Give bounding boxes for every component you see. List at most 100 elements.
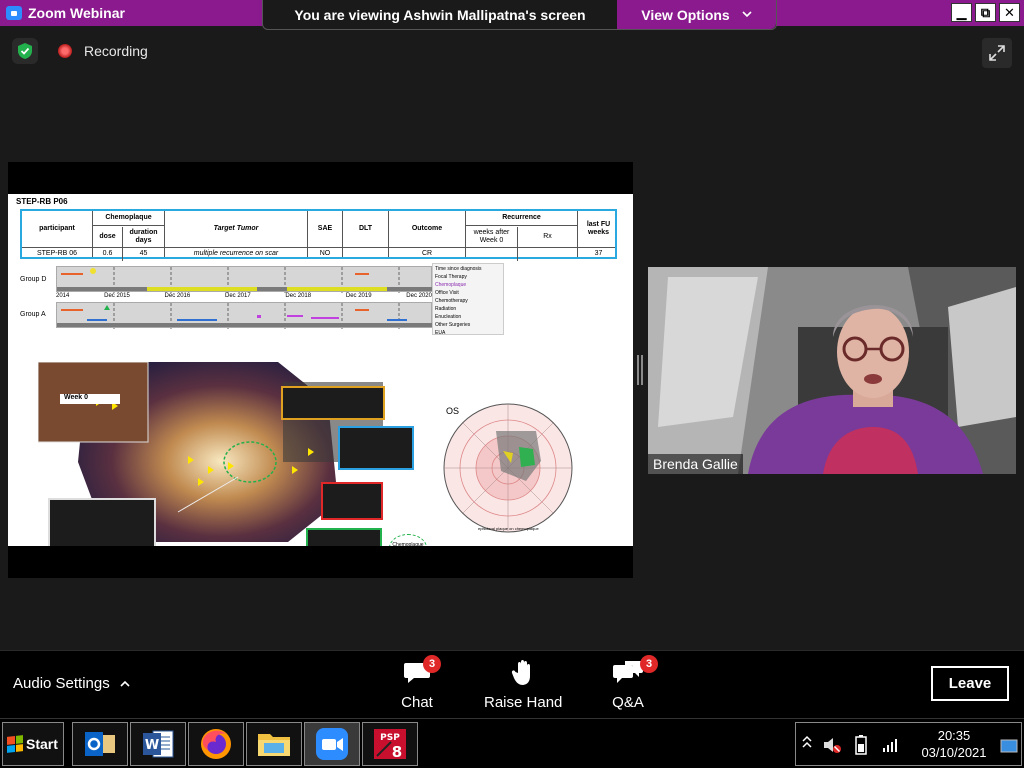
meeting-status-row: Recording <box>12 38 148 64</box>
participant-video-tile: Brenda Gallie <box>648 267 1016 474</box>
svg-text:W: W <box>145 738 159 753</box>
axis-tick: Dec 2018 <box>285 293 312 299</box>
taskbar-word[interactable]: W <box>130 722 186 766</box>
svg-text:8: 8 <box>392 743 402 761</box>
axis-tick: Dec 2020 <box>406 293 432 299</box>
zoom-icon <box>316 728 348 760</box>
legend-item: Other Surgeries <box>435 322 471 328</box>
taskbar-outlook[interactable] <box>72 722 128 766</box>
chevron-down-icon <box>742 11 752 18</box>
windows-taskbar: Start W PSP 8 20:35 03/10/2021 <box>0 718 1024 768</box>
qa-badge: 3 <box>640 655 658 673</box>
recording-label: Recording <box>84 43 148 59</box>
battery-charging-icon[interactable] <box>852 734 870 756</box>
security-shield-icon[interactable] <box>12 38 38 64</box>
timeline-group-d <box>56 266 433 293</box>
timeline-group-a <box>56 302 433 329</box>
show-desktop-icon[interactable] <box>1000 739 1018 753</box>
panel-resize-handle[interactable] <box>637 355 643 385</box>
view-options-button[interactable]: View Options <box>617 0 776 29</box>
axis-tick: Dec 2016 <box>164 293 191 299</box>
header-recurrence: Recurrence <box>502 214 541 222</box>
taskbar-firefox[interactable] <box>188 722 244 766</box>
qa-button[interactable]: 3 Q&A <box>608 655 658 711</box>
chat-badge: 3 <box>423 655 441 673</box>
file-explorer-icon <box>258 734 290 756</box>
screen-share-banner: You are viewing Ashwin Mallipatna's scre… <box>262 0 777 30</box>
group-a-label: Group A <box>20 311 46 318</box>
recording-indicator-icon <box>58 44 72 58</box>
raise-hand-label: Raise Hand <box>484 694 563 711</box>
show-hidden-icons-icon[interactable] <box>802 735 812 749</box>
header-outcome: Outcome <box>411 225 443 233</box>
oct-scan-red <box>321 482 383 520</box>
cell-last-fu: 37 <box>594 249 603 257</box>
chat-button[interactable]: 3 Chat <box>397 655 441 711</box>
network-signal-icon[interactable] <box>882 737 900 753</box>
volume-muted-icon[interactable] <box>822 735 842 755</box>
legend-item: Radiation <box>435 306 457 312</box>
psp-app-icon: PSP8 <box>374 729 406 761</box>
taskbar-zoom[interactable] <box>304 722 360 766</box>
fullscreen-button[interactable] <box>982 38 1012 68</box>
chat-label: Chat <box>401 694 433 711</box>
oct-scan-white <box>48 498 156 546</box>
word-icon: W <box>143 730 174 758</box>
taskbar-file-explorer[interactable] <box>246 722 302 766</box>
expand-icon <box>989 45 1005 61</box>
retinal-polar-diagram <box>443 403 573 533</box>
header-chemoplaque: Chemoplaque <box>105 214 152 222</box>
legend-item: Office Visit <box>435 290 459 296</box>
leave-button[interactable]: Leave <box>931 666 1009 701</box>
window-title: Zoom Webinar <box>28 5 125 21</box>
legend-item: Time since diagnosis <box>435 266 482 272</box>
legend-item: EUA <box>435 330 446 336</box>
cell-weeks-after <box>466 248 517 259</box>
axis-tick: Dec 2019 <box>345 293 372 299</box>
oct-scan-green <box>306 528 382 546</box>
cell-dlt <box>343 248 388 259</box>
cell-target: multiple recurrence on scar <box>193 249 279 257</box>
presentation-slide: STEP-RB P06 participant Chemoplaque dose… <box>8 194 633 546</box>
cell-rx <box>518 248 577 259</box>
axis-tick: Dec 2017 <box>224 293 251 299</box>
cell-sae: NO <box>319 249 331 257</box>
start-label: Start <box>26 736 58 752</box>
system-tray: 20:35 03/10/2021 <box>795 722 1022 766</box>
legend-item: Chemoplaque <box>435 282 467 288</box>
header-weeks-after: weeks after Week 0 <box>473 228 510 244</box>
clock-time: 20:35 <box>937 728 971 743</box>
oct-scan-yellow <box>281 386 385 420</box>
chevron-up-icon <box>120 680 130 687</box>
week0-label: Week 0 <box>60 394 120 404</box>
window-controls: ▁ ⧉ ✕ <box>951 3 1020 22</box>
participant-video-feed <box>648 267 1016 474</box>
taskbar-clock[interactable]: 20:35 03/10/2021 <box>918 727 990 761</box>
audio-settings-label: Audio Settings <box>13 675 110 692</box>
polar-caption: episcleral plaque on chemoplaque <box>478 526 539 531</box>
patient-summary-table: participant Chemoplaque dose duration da… <box>20 209 617 261</box>
shared-screen: STEP-RB P06 participant Chemoplaque dose… <box>8 162 633 578</box>
cell-outcome: CR <box>421 249 433 257</box>
view-options-label: View Options <box>641 6 730 23</box>
taskbar-psp-app[interactable]: PSP 8 <box>362 722 418 766</box>
header-duration: duration days <box>129 228 158 244</box>
qa-label: Q&A <box>612 694 644 711</box>
raise-hand-button[interactable]: Raise Hand <box>484 657 562 711</box>
start-button[interactable]: Start <box>2 722 64 766</box>
oct-scan-blue <box>338 426 414 470</box>
legend-item: Chemotherapy <box>435 298 468 304</box>
meeting-controls-bar: Audio Settings 3 Chat Raise Hand 3 Q&A L… <box>0 650 1024 718</box>
header-participant: participant <box>39 225 75 233</box>
windows-logo-icon <box>7 735 23 753</box>
zoom-logo-icon <box>6 6 22 20</box>
legend-item: Focal Therapy <box>435 274 467 280</box>
header-last-fu: last FU weeks <box>586 221 611 236</box>
close-button[interactable]: ✕ <box>999 3 1020 22</box>
minimize-button[interactable]: ▁ <box>951 3 972 22</box>
timeline-axis: 2014 Dec 2015 Dec 2016 Dec 2017 Dec 2018… <box>56 293 432 299</box>
audio-settings-button[interactable]: Audio Settings <box>13 675 130 692</box>
share-banner-text: You are viewing Ashwin Mallipatna's scre… <box>294 6 586 23</box>
restore-button[interactable]: ⧉ <box>975 3 996 22</box>
header-dlt: DLT <box>358 225 373 233</box>
